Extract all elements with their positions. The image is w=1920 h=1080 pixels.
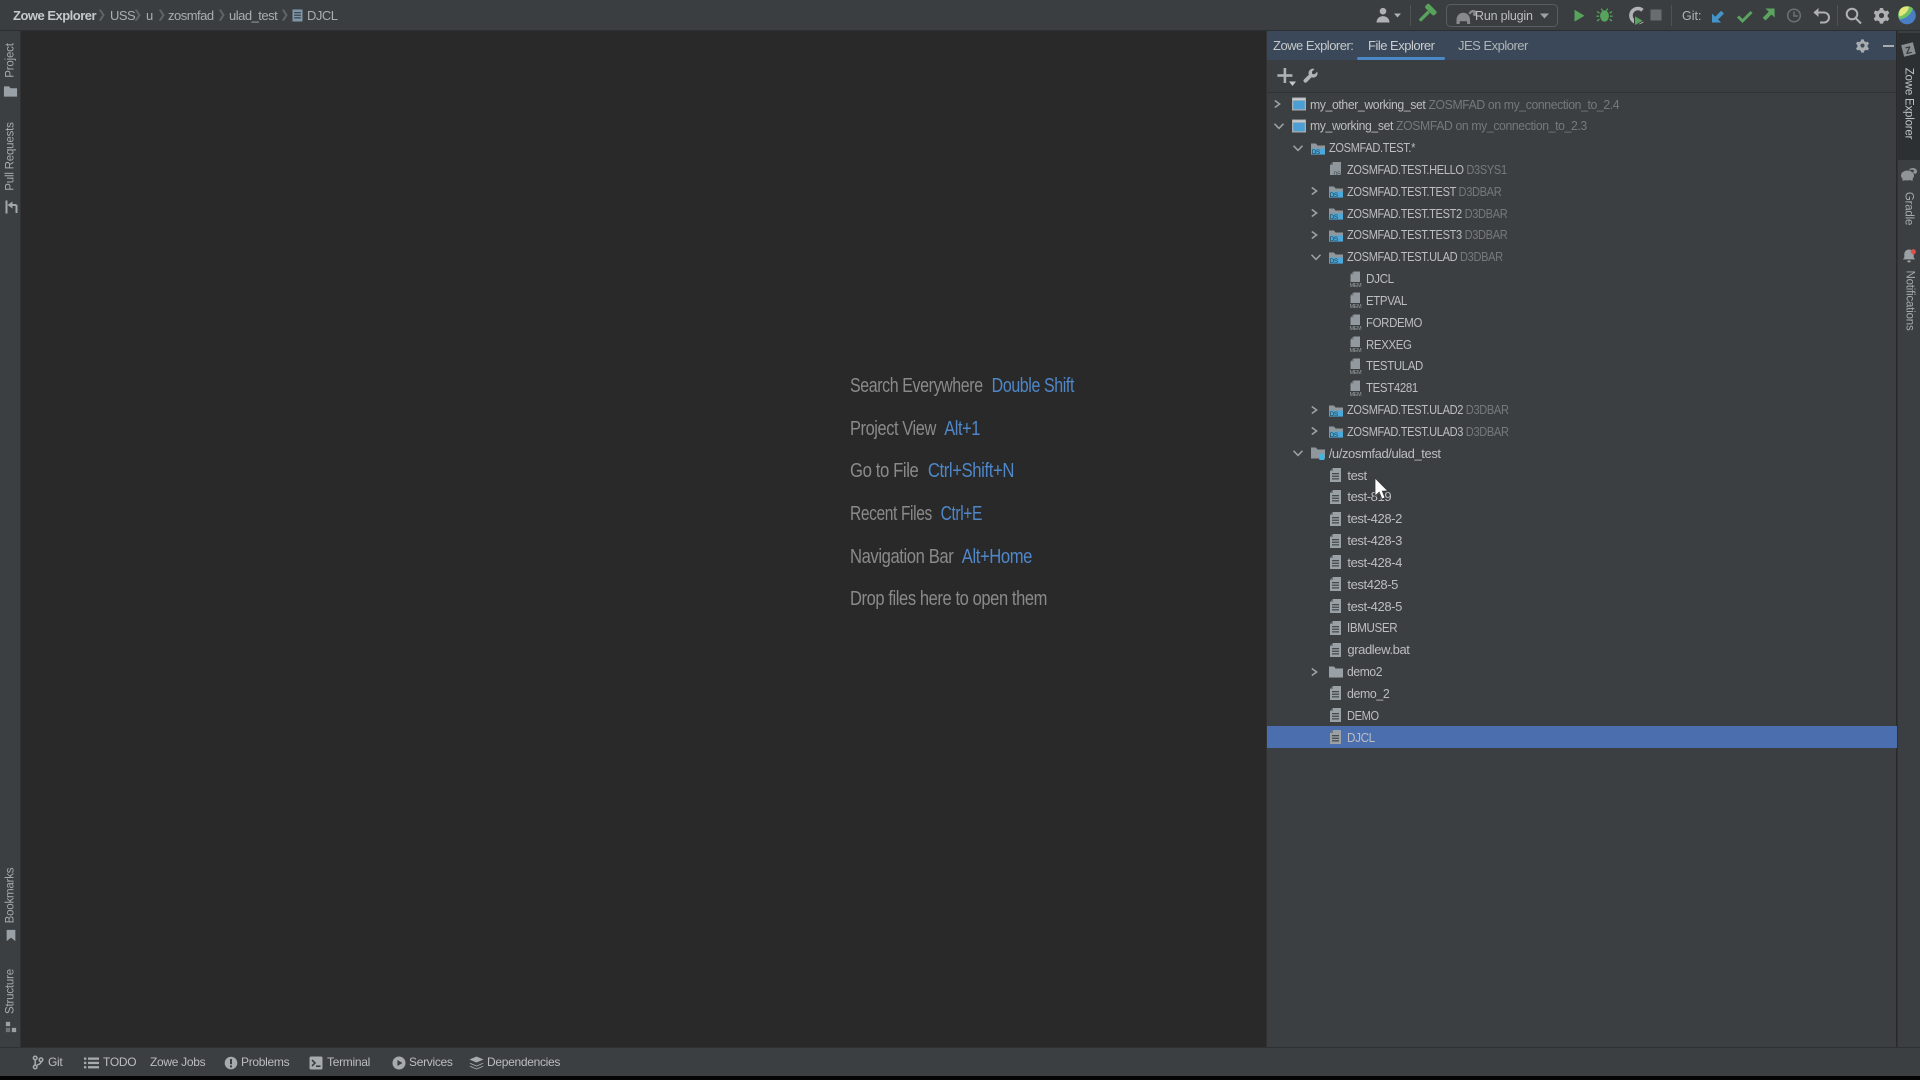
svg-text:DS: DS [1330, 214, 1339, 221]
svg-text:MEM: MEM [1350, 370, 1362, 374]
svg-text:Git:: Git: [1682, 9, 1701, 23]
svg-text:MEM: MEM [1350, 348, 1362, 352]
svg-text:MEM: MEM [1350, 392, 1362, 396]
svg-text:DS: DS [1330, 432, 1339, 439]
svg-text:DS: DS [1330, 258, 1339, 265]
svg-text:DS: DS [1330, 411, 1339, 418]
svg-text:MEM: MEM [1350, 304, 1362, 308]
svg-text:MEM: MEM [1350, 282, 1362, 286]
svg-text:DS: DS [1330, 192, 1339, 199]
svg-text:DS: DS [1330, 236, 1339, 243]
svg-text:Run plugin: Run plugin [1475, 9, 1533, 23]
svg-text:DS: DS [1311, 149, 1320, 156]
svg-text:DS: DS [1334, 172, 1342, 178]
svg-text:MEM: MEM [1350, 326, 1362, 330]
